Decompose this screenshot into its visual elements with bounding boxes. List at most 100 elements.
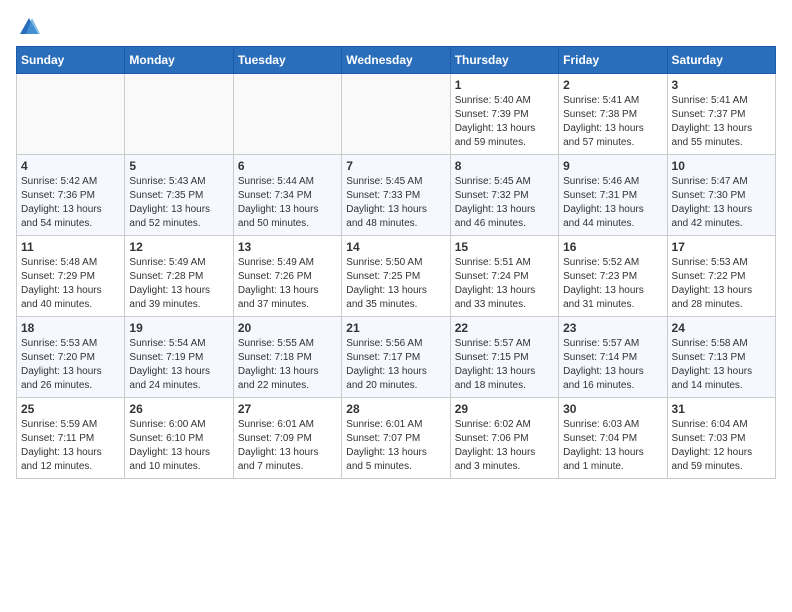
day-info: Sunrise: 5:45 AM Sunset: 7:32 PM Dayligh… — [455, 175, 554, 231]
day-cell: 11Sunrise: 5:48 AM Sunset: 7:29 PM Dayli… — [17, 236, 125, 317]
day-cell: 28 Sunrise: 6:01 AM Sunset: 7:07 PM Dayli… — [342, 398, 450, 479]
day-cell: 10Sunrise: 5:47 AM Sunset: 7:30 PM Dayli… — [667, 155, 775, 236]
day-number: 28 — [346, 402, 445, 416]
weekday-saturday: Saturday — [667, 47, 775, 74]
day-cell: 6 Sunrise: 5:44 AM Sunset: 7:34 PM Daylig… — [233, 155, 341, 236]
weekday-friday: Friday — [559, 47, 667, 74]
week-row-3: 11Sunrise: 5:48 AM Sunset: 7:29 PM Dayli… — [17, 236, 776, 317]
day-number: 4 — [21, 159, 120, 173]
day-number: 5 — [129, 159, 228, 173]
day-info: Sunrise: 5:52 AM Sunset: 7:23 PM Dayligh… — [563, 256, 662, 312]
day-info: Sunrise: 6:01 AM Sunset: 7:07 PM Dayligh… — [346, 418, 445, 474]
day-cell: 25 Sunrise: 5:59 AM Sunset: 7:11 PM Dayli… — [17, 398, 125, 479]
day-info: Sunrise: 5:44 AM Sunset: 7:34 PM Dayligh… — [238, 175, 337, 231]
day-number: 17 — [672, 240, 771, 254]
day-cell: 31 Sunrise: 6:04 AM Sunset: 7:03 PM Dayli… — [667, 398, 775, 479]
day-cell: 15 Sunrise: 5:51 AM Sunset: 7:24 PM Dayli… — [450, 236, 558, 317]
day-info: Sunrise: 5:42 AM Sunset: 7:36 PM Dayligh… — [21, 175, 120, 231]
weekday-sunday: Sunday — [17, 47, 125, 74]
day-info: Sunrise: 6:01 AM Sunset: 7:09 PM Dayligh… — [238, 418, 337, 474]
day-number: 13 — [238, 240, 337, 254]
day-cell: 20Sunrise: 5:55 AM Sunset: 7:18 PM Dayli… — [233, 317, 341, 398]
day-cell: 30 Sunrise: 6:03 AM Sunset: 7:04 PM Dayli… — [559, 398, 667, 479]
day-info: Sunrise: 5:50 AM Sunset: 7:25 PM Dayligh… — [346, 256, 445, 312]
day-number: 31 — [672, 402, 771, 416]
day-info: Sunrise: 5:45 AM Sunset: 7:33 PM Dayligh… — [346, 175, 445, 231]
day-cell: 16 Sunrise: 5:52 AM Sunset: 7:23 PM Dayli… — [559, 236, 667, 317]
day-cell: 21 Sunrise: 5:56 AM Sunset: 7:17 PM Dayli… — [342, 317, 450, 398]
day-cell — [233, 74, 341, 155]
day-cell: 12 Sunrise: 5:49 AM Sunset: 7:28 PM Dayli… — [125, 236, 233, 317]
day-number: 8 — [455, 159, 554, 173]
day-info: Sunrise: 5:49 AM Sunset: 7:28 PM Dayligh… — [129, 256, 228, 312]
day-info: Sunrise: 5:57 AM Sunset: 7:14 PM Dayligh… — [563, 337, 662, 393]
calendar-body: 1 Sunrise: 5:40 AM Sunset: 7:39 PM Daylig… — [17, 74, 776, 479]
day-number: 22 — [455, 321, 554, 335]
week-row-4: 18 Sunrise: 5:53 AM Sunset: 7:20 PM Dayli… — [17, 317, 776, 398]
day-cell: 13 Sunrise: 5:49 AM Sunset: 7:26 PM Dayli… — [233, 236, 341, 317]
weekday-tuesday: Tuesday — [233, 47, 341, 74]
day-cell: 1 Sunrise: 5:40 AM Sunset: 7:39 PM Daylig… — [450, 74, 558, 155]
week-row-5: 25 Sunrise: 5:59 AM Sunset: 7:11 PM Dayli… — [17, 398, 776, 479]
day-cell: 2Sunrise: 5:41 AM Sunset: 7:38 PM Daylig… — [559, 74, 667, 155]
day-cell: 19 Sunrise: 5:54 AM Sunset: 7:19 PM Dayli… — [125, 317, 233, 398]
day-info: Sunrise: 5:46 AM Sunset: 7:31 PM Dayligh… — [563, 175, 662, 231]
day-number: 3 — [672, 78, 771, 92]
day-number: 20 — [238, 321, 337, 335]
day-cell: 9 Sunrise: 5:46 AM Sunset: 7:31 PM Daylig… — [559, 155, 667, 236]
day-cell: 23Sunrise: 5:57 AM Sunset: 7:14 PM Dayli… — [559, 317, 667, 398]
weekday-wednesday: Wednesday — [342, 47, 450, 74]
day-number: 6 — [238, 159, 337, 173]
logo — [16, 16, 42, 38]
day-info: Sunrise: 6:03 AM Sunset: 7:04 PM Dayligh… — [563, 418, 662, 474]
day-number: 10 — [672, 159, 771, 173]
day-number: 7 — [346, 159, 445, 173]
weekday-monday: Monday — [125, 47, 233, 74]
day-number: 21 — [346, 321, 445, 335]
day-cell: 27 Sunrise: 6:01 AM Sunset: 7:09 PM Dayli… — [233, 398, 341, 479]
day-info: Sunrise: 5:56 AM Sunset: 7:17 PM Dayligh… — [346, 337, 445, 393]
day-number: 11 — [21, 240, 120, 254]
day-number: 30 — [563, 402, 662, 416]
week-row-2: 4 Sunrise: 5:42 AM Sunset: 7:36 PM Daylig… — [17, 155, 776, 236]
day-number: 25 — [21, 402, 120, 416]
day-cell — [17, 74, 125, 155]
day-info: Sunrise: 5:49 AM Sunset: 7:26 PM Dayligh… — [238, 256, 337, 312]
weekday-header: SundayMondayTuesdayWednesdayThursdayFrid… — [17, 47, 776, 74]
day-info: Sunrise: 6:02 AM Sunset: 7:06 PM Dayligh… — [455, 418, 554, 474]
day-cell: 14 Sunrise: 5:50 AM Sunset: 7:25 PM Dayli… — [342, 236, 450, 317]
day-cell: 7 Sunrise: 5:45 AM Sunset: 7:33 PM Daylig… — [342, 155, 450, 236]
day-number: 27 — [238, 402, 337, 416]
day-cell: 22Sunrise: 5:57 AM Sunset: 7:15 PM Dayli… — [450, 317, 558, 398]
day-cell: 26Sunrise: 6:00 AM Sunset: 6:10 PM Dayli… — [125, 398, 233, 479]
header — [16, 16, 776, 38]
day-cell: 8 Sunrise: 5:45 AM Sunset: 7:32 PM Daylig… — [450, 155, 558, 236]
day-info: Sunrise: 5:54 AM Sunset: 7:19 PM Dayligh… — [129, 337, 228, 393]
day-number: 19 — [129, 321, 228, 335]
day-info: Sunrise: 5:41 AM Sunset: 7:38 PM Dayligh… — [563, 94, 662, 150]
day-info: Sunrise: 5:40 AM Sunset: 7:39 PM Dayligh… — [455, 94, 554, 150]
day-number: 1 — [455, 78, 554, 92]
day-number: 9 — [563, 159, 662, 173]
day-number: 26 — [129, 402, 228, 416]
day-info: Sunrise: 5:59 AM Sunset: 7:11 PM Dayligh… — [21, 418, 120, 474]
day-number: 14 — [346, 240, 445, 254]
day-number: 15 — [455, 240, 554, 254]
day-info: Sunrise: 5:53 AM Sunset: 7:20 PM Dayligh… — [21, 337, 120, 393]
day-number: 29 — [455, 402, 554, 416]
day-info: Sunrise: 6:04 AM Sunset: 7:03 PM Dayligh… — [672, 418, 771, 474]
week-row-1: 1 Sunrise: 5:40 AM Sunset: 7:39 PM Daylig… — [17, 74, 776, 155]
day-cell: 24Sunrise: 5:58 AM Sunset: 7:13 PM Dayli… — [667, 317, 775, 398]
day-number: 24 — [672, 321, 771, 335]
day-number: 16 — [563, 240, 662, 254]
calendar: SundayMondayTuesdayWednesdayThursdayFrid… — [16, 46, 776, 479]
day-number: 18 — [21, 321, 120, 335]
day-info: Sunrise: 5:41 AM Sunset: 7:37 PM Dayligh… — [672, 94, 771, 150]
weekday-thursday: Thursday — [450, 47, 558, 74]
day-info: Sunrise: 5:53 AM Sunset: 7:22 PM Dayligh… — [672, 256, 771, 312]
logo-icon — [18, 16, 40, 38]
day-info: Sunrise: 5:43 AM Sunset: 7:35 PM Dayligh… — [129, 175, 228, 231]
day-number: 12 — [129, 240, 228, 254]
day-cell: 29 Sunrise: 6:02 AM Sunset: 7:06 PM Dayli… — [450, 398, 558, 479]
day-info: Sunrise: 5:51 AM Sunset: 7:24 PM Dayligh… — [455, 256, 554, 312]
